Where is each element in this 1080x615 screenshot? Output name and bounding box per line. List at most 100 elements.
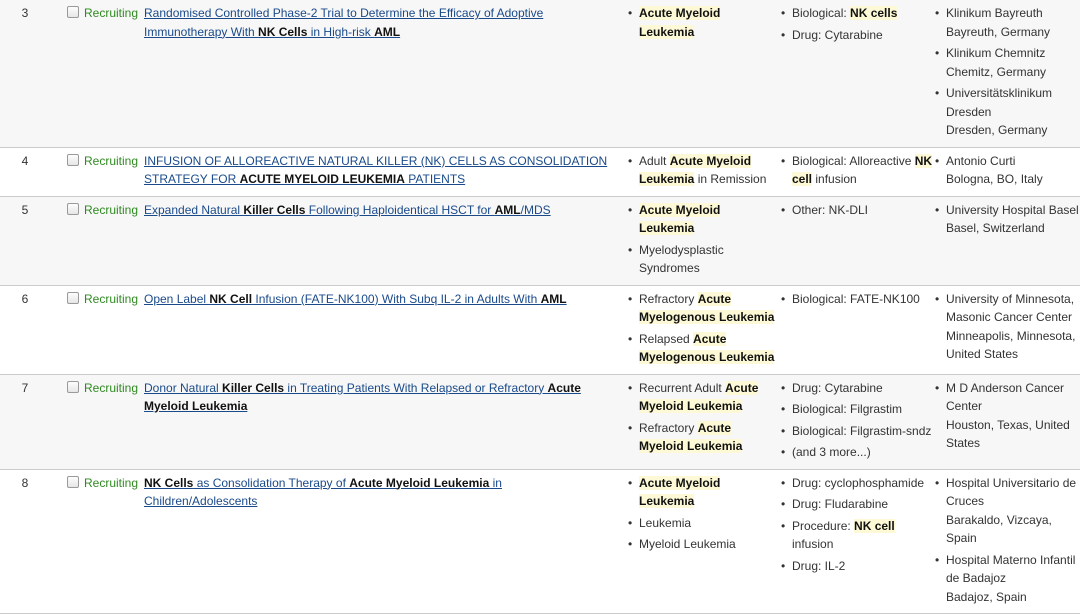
location-line: Barakaldo, Vizcaya, Spain [946,512,1052,546]
locations-cell: Hospital Universitario de CrucesBarakald… [933,469,1080,614]
select-cell [62,0,84,147]
conditions-list: Acute Myeloid Leukemia [626,4,779,41]
highlighted-term: NK Cell [209,291,253,306]
highlighted-term: NK cells [850,6,898,20]
row-checkbox[interactable] [67,202,79,215]
text-segment: Following Haploidentical HSCT for [305,202,495,217]
locations-cell: Klinikum BayreuthBayreuth, GermanyKlinik… [933,0,1080,147]
conditions-list: Adult Acute Myeloid Leukemia in Remissio… [626,152,779,189]
interventions-list: Biological: FATE-NK100 [779,290,933,309]
text-segment: Drug: Cytarabine [792,27,883,42]
status-cell: Recruiting [84,380,139,395]
location-line: Basel, Switzerland [946,221,1045,235]
locations-cell: Antonio Curti Bologna, BO, Italy [933,147,1080,196]
interventions-list: Biological: NK cells Drug: Cytarabine [779,4,933,44]
locations-list: Hospital Universitario de CrucesBarakald… [933,474,1080,607]
interventions-cell: Drug: cyclophosphamide Drug: Fludarabine P… [779,469,933,614]
locations-cell: University of Minnesota, Masonic Cancer … [933,285,1080,374]
conditions-cell: Acute Myeloid Leukemia Leukemia Myeloid Le… [626,469,779,614]
select-cell [62,374,84,469]
table-row: 5 Recruiting Expanded Natural Killer Cells… [0,196,1080,285]
text-segment: Drug: IL-2 [792,558,846,573]
text-segment: Biological: Filgrastim-sndz [792,423,932,438]
location-line: Hospital Materno Infantil de Badajoz [946,552,1076,586]
text-segment: Relapsed [639,331,694,346]
study-title-link[interactable]: Randomised Controlled Phase-2 Trial to D… [144,6,543,39]
intervention-item: Drug: Cytarabine [781,379,933,398]
study-title-link[interactable]: INFUSION OF ALLOREACTIVE NATURAL KILLER … [144,154,607,187]
interventions-list: Other: NK-DLI [779,201,933,220]
intervention-item: Drug: cyclophosphamide [781,474,933,493]
spacer [612,374,626,469]
highlighted-term: ACUTE MYELOID LEUKEMIA [239,172,405,186]
text-segment: Biological: Alloreactive [792,153,915,168]
row-number: 5 [21,202,29,217]
row-number: 7 [21,380,29,395]
locations-list: M D Anderson Cancer CenterHouston, Texas… [933,379,1080,453]
location-item: Klinikum Bayreuth Bayreuth, Germany [935,4,1080,41]
spacer [50,0,62,147]
title-cell: INFUSION OF ALLOREACTIVE NATURAL KILLER … [144,147,612,196]
intervention-item: Drug: IL-2 [781,557,933,576]
intervention-item: Biological: Filgrastim [781,400,933,419]
text-segment: Biological: Filgrastim [792,402,903,416]
location-item: Klinikum Chemnitz Chemitz, Germany [935,44,1080,81]
text-segment: Leukemia [639,515,692,530]
row-number: 8 [21,475,29,490]
text-segment: Expanded Natural [144,202,244,217]
text-segment: Adult [639,153,670,168]
highlighted-term: Acute Myeloid Leukemia [349,475,490,490]
text-segment: Drug: Fludarabine [792,497,889,511]
text-segment: (and 3 more...) [792,445,871,459]
conditions-list: Refractory Acute Myelogenous Leukemia Rel… [626,290,779,367]
locations-list: University Hospital Basel Basel, Switzerl… [933,201,1080,238]
study-title-link[interactable]: Donor Natural Killer Cells in Treating P… [144,381,581,414]
spacer [612,147,626,196]
condition-item: Recurrent Adult Acute Myeloid Leukemia [628,379,779,416]
spacer [612,196,626,285]
text-segment: in High-risk [307,24,375,39]
location-line: Hospital Universitario de Cruces [946,475,1077,509]
condition-item: Adult Acute Myeloid Leukemia in Remissio… [628,152,779,189]
study-title-link[interactable]: NK Cells as Consolidation Therapy of Acu… [144,476,502,509]
study-title-link[interactable]: Open Label NK Cell Infusion (FATE-NK100)… [144,292,567,306]
condition-item: Myeloid Leukemia [628,535,779,554]
title-cell: Expanded Natural Killer Cells Following … [144,196,612,285]
location-item: University of Minnesota, Masonic Cancer … [935,290,1080,364]
row-checkbox[interactable] [67,6,79,18]
text-segment: Procedure: [792,518,855,533]
text-segment: Refractory [639,291,698,306]
text-segment: in Treating Patients With Relapsed or Re… [284,380,548,395]
spacer [50,469,62,614]
row-checkbox[interactable] [67,475,79,488]
locations-cell: University Hospital Basel Basel, Switzerl… [933,196,1080,285]
row-checkbox[interactable] [67,291,79,304]
status-cell: Recruiting [84,202,139,217]
location-item: Hospital Universitario de CrucesBarakald… [935,474,1080,548]
conditions-cell: Adult Acute Myeloid Leukemia in Remissio… [626,147,779,196]
title-cell: Donor Natural Killer Cells in Treating P… [144,374,612,469]
study-title-link[interactable]: Expanded Natural Killer Cells Following … [144,203,551,217]
condition-item: Refractory Acute Myelogenous Leukemia [628,290,779,327]
status-cell: Recruiting [84,6,139,20]
condition-item: Leukemia [628,514,779,533]
location-line: Klinikum Chemnitz [946,46,1046,60]
intervention-item: Drug: Fludarabine [781,495,933,514]
title-cell: Open Label NK Cell Infusion (FATE-NK100)… [144,285,612,374]
row-checkbox[interactable] [67,153,79,166]
table-row: 8 Recruiting NK Cells as Consolidation The… [0,469,1080,614]
text-segment: Drug: cyclophosphamide [792,475,925,490]
table-row: 7 Recruiting Donor Natural Killer Cells in… [0,374,1080,469]
interventions-cell: Biological: NK cells Drug: Cytarabine [779,0,933,147]
interventions-list: Drug: cyclophosphamide Drug: Fludarabine P… [779,474,933,576]
text-segment: Open Label [144,291,210,306]
text-segment: Myeloid Leukemia [639,537,736,551]
locations-list: Antonio Curti Bologna, BO, Italy [933,152,1080,189]
row-number: 6 [21,291,29,306]
highlighted-term: AML [374,24,401,39]
location-line: Antonio Curti [946,153,1016,168]
row-checkbox[interactable] [67,380,79,393]
status-cell: Recruiting [84,153,139,168]
conditions-list: Recurrent Adult Acute Myeloid LeukemiaRe… [626,379,779,456]
location-line: University of Minnesota, Masonic Cancer … [946,291,1075,325]
